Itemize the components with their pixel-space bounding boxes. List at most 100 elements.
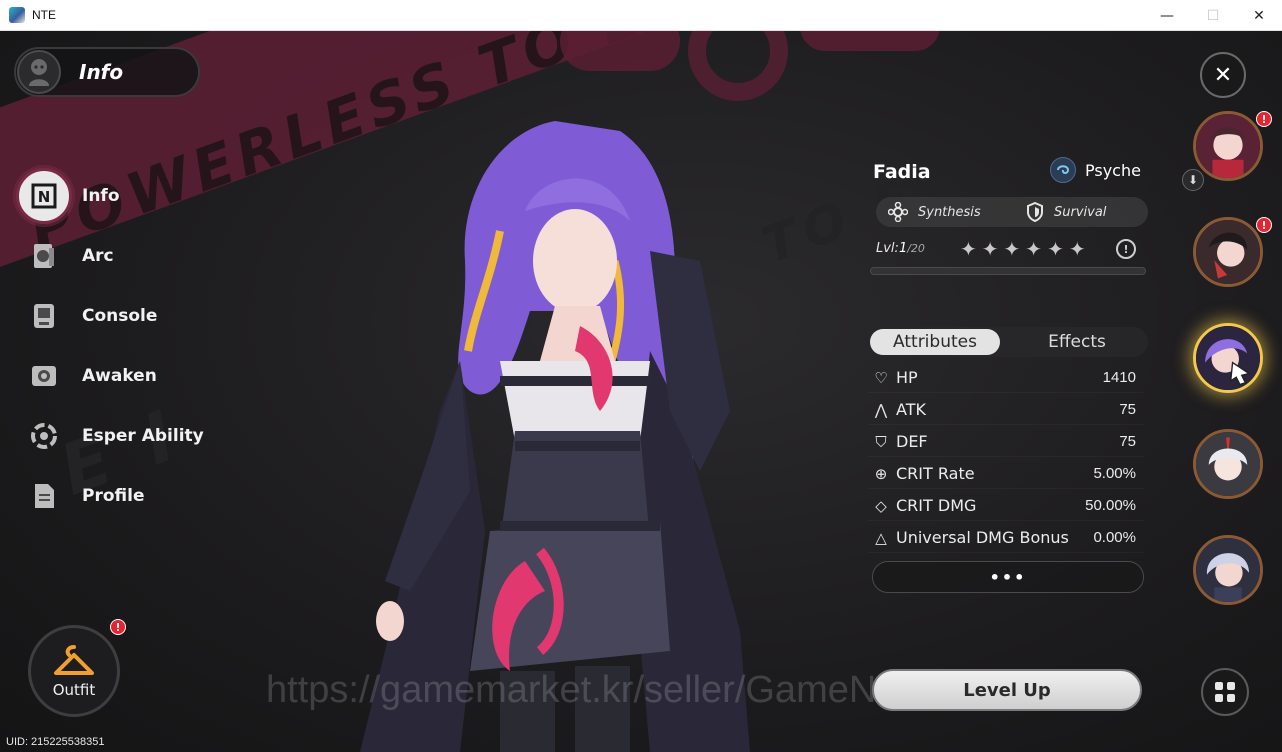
- hanger-icon: [54, 645, 94, 675]
- roster-slot-1[interactable]: [1193, 111, 1263, 181]
- ascension-info-icon[interactable]: !: [1116, 239, 1136, 259]
- character-name: Fadia: [873, 161, 931, 183]
- attribute-value: 0.00%: [1093, 529, 1136, 546]
- app-icon: [9, 7, 25, 23]
- crosshair-icon: ⊕: [874, 464, 888, 483]
- star-icon: ✦: [1025, 237, 1043, 261]
- roster-slot-2[interactable]: [1193, 217, 1263, 287]
- attribute-name: CRIT DMG: [896, 496, 977, 515]
- title-bar: NTE — ☐ ✕: [0, 0, 1282, 31]
- level-prefix: Lvl:: [876, 241, 899, 256]
- attribute-value: 1410: [1102, 369, 1136, 386]
- sidebar-item-profile[interactable]: Profile: [14, 471, 214, 521]
- level-current: 1: [898, 241, 908, 256]
- window-controls: — ☐ ✕: [1144, 0, 1282, 31]
- star-icon: ✦: [1047, 237, 1064, 261]
- character-portrait: [1196, 220, 1260, 284]
- attribute-value: 50.00%: [1085, 497, 1136, 514]
- attribute-row-crit-rate: ⊕ CRIT Rate 5.00%: [868, 459, 1144, 489]
- background-pill: [800, 31, 940, 51]
- sidebar-item-awaken[interactable]: Awaken: [14, 351, 214, 401]
- element-badge: Psyche: [1050, 157, 1141, 183]
- sidebar-item-label: Awaken: [82, 366, 157, 386]
- sidebar-item-info[interactable]: N Info: [14, 168, 214, 224]
- star-icon: ✦: [960, 237, 977, 261]
- sidebar-item-label: Console: [82, 306, 158, 326]
- sidebar-item-console[interactable]: Console: [14, 291, 214, 341]
- psyche-element-icon: [1050, 157, 1076, 183]
- roster-slot-3-selected[interactable]: [1193, 323, 1263, 393]
- tag-label: Synthesis: [918, 204, 981, 220]
- sidebar-item-arc[interactable]: Arc: [14, 231, 214, 281]
- minimize-button[interactable]: —: [1144, 0, 1190, 31]
- attribute-row-crit-dmg: ◇ CRIT DMG 50.00%: [868, 491, 1144, 521]
- attribute-row-def: ⛉ DEF 75: [868, 427, 1144, 457]
- tab-effects[interactable]: Effects: [1012, 329, 1142, 355]
- background-pill: [560, 31, 680, 71]
- outfit-label: Outfit: [52, 681, 96, 699]
- sidebar-item-label: Esper Ability: [82, 426, 204, 446]
- attribute-row-atk: ⋀ ATK 75: [868, 395, 1144, 425]
- close-icon[interactable]: ✕: [1200, 52, 1246, 98]
- panel-tabs: Attributes Effects: [868, 327, 1148, 357]
- watermark-text: https://gamemarket.kr/seller/GameNa: [266, 669, 898, 711]
- info-icon: N: [14, 168, 74, 224]
- esper-ability-icon: [14, 411, 74, 461]
- level-up-button[interactable]: Level Up: [872, 669, 1142, 711]
- attribute-value: 75: [1119, 401, 1136, 418]
- window-title: NTE: [32, 8, 56, 22]
- star-icon: ✦: [981, 237, 999, 261]
- tag-synthesis: Synthesis: [888, 197, 1018, 227]
- level-max: /20: [907, 242, 925, 255]
- outfit-button[interactable]: Outfit: [28, 625, 120, 717]
- star-icon: ✦: [1068, 237, 1086, 261]
- more-attributes-button[interactable]: •••: [872, 561, 1144, 593]
- swap-down-icon[interactable]: ⬇: [1182, 169, 1204, 191]
- xp-progress-bar: [870, 267, 1146, 275]
- roster-alert-badge: !: [1256, 111, 1272, 127]
- tag-label: Survival: [1054, 204, 1107, 220]
- atk-icon: ⋀: [874, 400, 888, 419]
- game-viewport: POWERLESS TO EVERNESS E I TO E Info N In…: [0, 31, 1282, 752]
- attribute-row-hp: ♡ HP 1410: [868, 363, 1144, 393]
- sidebar-item-esper-ability[interactable]: Esper Ability: [14, 411, 214, 461]
- sidebar-item-label: Arc: [82, 246, 114, 266]
- roster-slot-4[interactable]: [1193, 429, 1263, 499]
- maximize-button[interactable]: ☐: [1190, 0, 1236, 31]
- background-ring: [688, 31, 788, 101]
- character-portrait: [1196, 114, 1260, 178]
- attribute-name: Universal DMG Bonus: [896, 528, 1069, 547]
- heart-icon: ♡: [874, 368, 888, 387]
- triangle-icon: △: [875, 528, 887, 547]
- role-tags: Synthesis Survival: [876, 197, 1148, 227]
- svg-text:N: N: [38, 188, 51, 206]
- roster-grid-button[interactable]: [1201, 668, 1249, 716]
- player-avatar[interactable]: [17, 50, 61, 94]
- character-model: [360, 121, 750, 752]
- star-rating: ✦ ✦ ✦ ✦ ✦ ✦: [960, 237, 1086, 261]
- attribute-row-universal-dmg-bonus: △ Universal DMG Bonus 0.00%: [868, 523, 1144, 553]
- synthesis-icon: [888, 202, 908, 222]
- grid-icon: [1215, 682, 1235, 702]
- close-window-button[interactable]: ✕: [1236, 0, 1282, 31]
- page-title: Info: [79, 60, 124, 84]
- tab-attributes[interactable]: Attributes: [870, 329, 1000, 355]
- roster-alert-badge: !: [1256, 217, 1272, 233]
- tag-survival: Survival: [1026, 197, 1106, 227]
- roster-slot-5[interactable]: [1193, 535, 1263, 605]
- info-header: Info: [14, 47, 200, 97]
- character-portrait: [1196, 326, 1260, 390]
- attribute-name: ATK: [896, 400, 926, 419]
- sidebar-item-label: Profile: [82, 486, 145, 506]
- awaken-icon: [14, 351, 74, 401]
- arc-icon: [14, 231, 74, 281]
- crosshair-diamond-icon: ◇: [875, 496, 887, 515]
- outfit-alert-badge: !: [110, 619, 126, 635]
- game-window: NTE — ☐ ✕ POWERLESS TO EVERNESS E I TO E: [0, 0, 1282, 752]
- survival-shield-icon: [1027, 202, 1043, 222]
- attribute-value: 75: [1119, 433, 1136, 450]
- console-icon: [14, 291, 74, 341]
- attribute-name: HP: [896, 368, 918, 387]
- profile-icon: [14, 471, 74, 521]
- shield-icon: ⛉: [875, 432, 887, 451]
